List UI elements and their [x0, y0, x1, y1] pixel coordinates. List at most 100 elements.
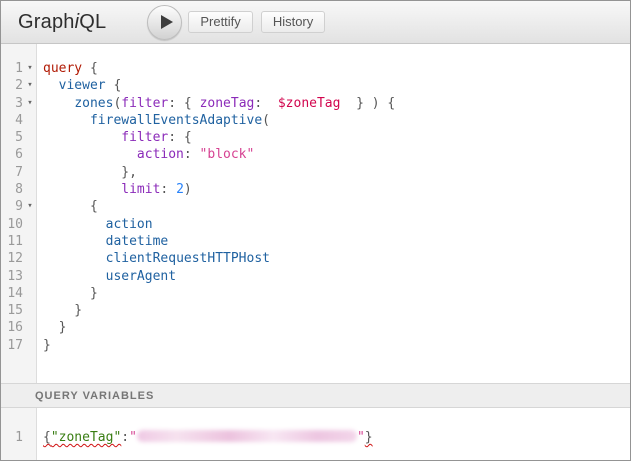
code-line[interactable]: 15 } [1, 302, 630, 319]
line-number: 10 [1, 216, 23, 233]
line-number: 3 [1, 95, 23, 112]
fold-gutter-spacer [23, 181, 37, 198]
token-punct [43, 217, 106, 232]
code-text: userAgent [37, 268, 176, 285]
code-line[interactable]: 13 userAgent [1, 268, 630, 285]
code-text: } [37, 285, 98, 302]
token-punct: : [160, 182, 176, 197]
token-punct: { [43, 430, 51, 445]
token-punct: : { [168, 130, 191, 145]
token-attribute: limit [121, 182, 160, 197]
token-punct: { [43, 199, 98, 214]
variables-editor-lines: 1{"zoneTag":""} [1, 429, 630, 446]
token-punct [43, 269, 106, 284]
fold-gutter-spacer [23, 233, 37, 250]
token-punct [43, 251, 106, 266]
play-icon [161, 15, 173, 29]
history-button[interactable]: History [261, 11, 325, 33]
token-punct: } [43, 303, 82, 318]
fold-gutter-spacer [23, 216, 37, 233]
code-line[interactable]: 9▾ { [1, 198, 630, 215]
code-text: query { [37, 60, 98, 77]
query-editor[interactable]: 1▾query {2▾ viewer {3▾ zones(filter: { z… [1, 44, 630, 383]
logo-text-prefix: Graph [18, 11, 75, 33]
token-property: viewer [59, 78, 106, 93]
token-string: " [357, 430, 365, 445]
code-text: {"zoneTag":""} [37, 429, 373, 446]
query-variables-title: Query Variables [35, 390, 154, 402]
code-line[interactable]: 4 firewallEventsAdaptive( [1, 112, 630, 129]
line-number: 11 [1, 233, 23, 250]
fold-arrow-icon[interactable]: ▾ [23, 77, 37, 94]
code-line[interactable]: 16 } [1, 319, 630, 336]
fold-gutter-spacer [23, 112, 37, 129]
token-attribute: zoneTag [200, 96, 255, 111]
code-line[interactable]: 2▾ viewer { [1, 77, 630, 94]
code-line[interactable]: 10 action [1, 216, 630, 233]
logo-text-suffix: QL [79, 11, 106, 33]
code-line[interactable]: 17} [1, 337, 630, 354]
code-line[interactable]: 1{"zoneTag":""} [1, 429, 630, 446]
line-number: 13 [1, 268, 23, 285]
line-number: 8 [1, 181, 23, 198]
code-line[interactable]: 7 }, [1, 164, 630, 181]
code-line[interactable]: 8 limit: 2) [1, 181, 630, 198]
code-line[interactable]: 11 datetime [1, 233, 630, 250]
token-attribute: filter [121, 130, 168, 145]
token-punct [43, 130, 121, 145]
token-property: zones [74, 96, 113, 111]
fold-gutter-spacer [23, 285, 37, 302]
token-punct [43, 96, 74, 111]
token-punct [43, 113, 90, 128]
token-punct: } [43, 320, 66, 335]
token-property: action [106, 217, 153, 232]
token-punct: } [43, 338, 51, 353]
line-number: 6 [1, 146, 23, 163]
token-punct [43, 78, 59, 93]
code-text: }, [37, 164, 137, 181]
prettify-button[interactable]: Prettify [188, 11, 252, 33]
code-text: limit: 2) [37, 181, 192, 198]
execute-query-button[interactable] [147, 5, 182, 40]
code-line[interactable]: 1▾query { [1, 60, 630, 77]
code-line[interactable]: 12 clientRequestHTTPHost [1, 250, 630, 267]
toolbar: GraphiQL Prettify History [1, 1, 630, 44]
query-variables-header[interactable]: Query Variables [1, 383, 630, 408]
fold-gutter-spacer [23, 319, 37, 336]
fold-arrow-icon[interactable]: ▾ [23, 95, 37, 112]
token-property: userAgent [106, 269, 176, 284]
query-editor-lines: 1▾query {2▾ viewer {3▾ zones(filter: { z… [1, 60, 630, 354]
query-variables-editor[interactable]: 1{"zoneTag":""} [1, 408, 630, 460]
code-line[interactable]: 3▾ zones(filter: { zoneTag: $zoneTag } )… [1, 95, 630, 112]
fold-arrow-icon[interactable]: ▾ [23, 198, 37, 215]
token-keyword: query [43, 61, 82, 76]
token-number: 2 [176, 182, 184, 197]
token-string: " [129, 430, 137, 445]
token-punct [43, 147, 137, 162]
line-number: 15 [1, 302, 23, 319]
line-number: 17 [1, 337, 23, 354]
code-line[interactable]: 14 } [1, 285, 630, 302]
fold-gutter-spacer [23, 164, 37, 181]
graphiql-logo: GraphiQL [18, 11, 106, 34]
token-variable: $zoneTag [278, 96, 341, 111]
code-line[interactable]: 5 filter: { [1, 129, 630, 146]
line-number: 4 [1, 112, 23, 129]
code-text: filter: { [37, 129, 192, 146]
token-punct [43, 234, 106, 249]
token-punct: }, [43, 165, 137, 180]
line-number: 1 [1, 60, 23, 77]
code-line[interactable]: 6 action: "block" [1, 146, 630, 163]
line-number: 5 [1, 129, 23, 146]
redacted-value [137, 430, 357, 442]
code-text: clientRequestHTTPHost [37, 250, 270, 267]
token-string: "block" [200, 147, 255, 162]
code-text: datetime [37, 233, 168, 250]
code-text: } [37, 337, 51, 354]
token-punct: } [43, 286, 98, 301]
line-number: 1 [1, 429, 23, 446]
line-number: 16 [1, 319, 23, 336]
fold-gutter-spacer [23, 268, 37, 285]
fold-arrow-icon[interactable]: ▾ [23, 60, 37, 77]
fold-gutter-spacer [23, 129, 37, 146]
